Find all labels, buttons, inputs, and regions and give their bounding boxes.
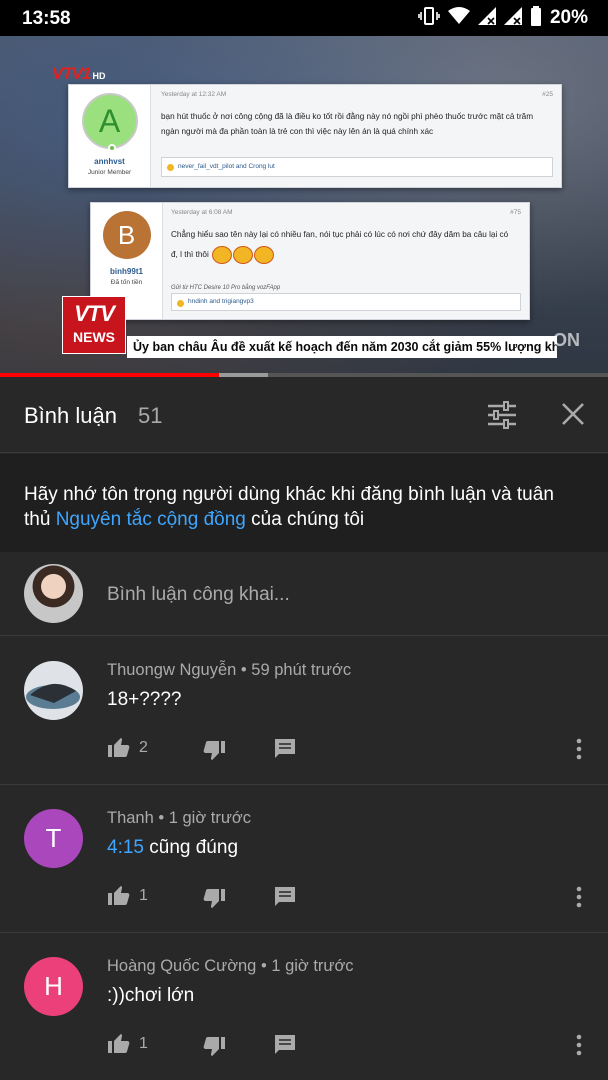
status-time: 13:58 (22, 8, 71, 29)
comment-meta: Hoàng Quốc Cường • 1 giờ trước (107, 957, 354, 975)
ticker-logo: ON (553, 330, 580, 350)
post-meta: Yesterday at 12:32 AM #25 (161, 91, 553, 98)
comments-header: Bình luận 51 (0, 377, 608, 453)
channel-watermark: VTV1 HD (52, 64, 106, 83)
battery-percent: 20% (549, 7, 588, 28)
post-role: Đã tốn tiền (110, 279, 143, 286)
like-icon[interactable] (107, 735, 131, 759)
comment-meta: Thanh • 1 giờ trước (107, 809, 251, 827)
emoji-icon (254, 245, 275, 264)
avatar (24, 564, 83, 623)
like-count: 1 (139, 1035, 148, 1052)
signal-icon-2 (503, 6, 522, 30)
news-logo: VTV NEWS (62, 296, 126, 354)
comments-count: 51 (138, 403, 163, 428)
status-icons: 20% (418, 5, 588, 31)
comment-time: 1 giờ trước (168, 809, 251, 827)
post-text: Chẳng hiểu sao tên này lại có nhiều fan,… (171, 225, 517, 265)
post-reactions: hndinh and trigiangvp3 (171, 293, 521, 311)
more-options-icon[interactable] (571, 1031, 587, 1059)
forum-post-2: B binh99t1 Đã tốn tiền Yesterday at 6:08… (90, 202, 530, 320)
reaction-icon (177, 300, 184, 307)
comment-time: 59 phút trước (251, 661, 352, 679)
dislike-icon[interactable] (202, 1035, 226, 1059)
comment-author: Hoàng Quốc Cường (107, 957, 257, 975)
news-ticker: Ủy ban châu Âu đề xuất kế hoạch đến năm … (127, 336, 557, 358)
avatar[interactable]: H (24, 957, 83, 1016)
post-role: Junior Member (87, 169, 132, 176)
comment-actions: 1 (107, 883, 587, 911)
comment-meta: Thuongw Nguyễn • 59 phút trước (107, 661, 352, 679)
status-bar: 13:58 20% (0, 0, 608, 36)
emoji-icon (212, 245, 233, 264)
comment-text: :))chơi lớn (107, 985, 195, 1006)
post-username: annhvst (94, 157, 125, 166)
sort-filter-icon[interactable] (486, 401, 518, 429)
post-author: A annhvst Junior Member (69, 85, 151, 187)
comment-author: Thuongw Nguyễn (107, 661, 237, 679)
avatar[interactable] (24, 661, 83, 720)
vibrate-icon (418, 6, 440, 31)
reply-icon[interactable] (273, 1033, 297, 1057)
comment-actions: 2 (107, 735, 587, 763)
community-guidelines-notice: Hãy nhớ tôn trọng người dùng khác khi đă… (0, 454, 608, 552)
post-meta: Yesterday at 6:08 AM #75 (171, 209, 521, 216)
wifi-icon (447, 6, 470, 30)
comment-author: Thanh (107, 809, 154, 827)
like-count: 2 (139, 739, 148, 756)
post-text: bạn hút thuốc ở nơi công cộng đã là điều… (161, 112, 534, 136)
dislike-icon[interactable] (202, 739, 226, 763)
emoji-icon (233, 245, 254, 264)
add-comment-row[interactable]: Bình luận công khai... (0, 552, 608, 636)
comment-text: 4:15 cũng đúng (107, 837, 239, 858)
comment-item[interactable]: T Thanh • 1 giờ trước 4:15 cũng đúng 1 (0, 785, 608, 933)
post-reactions: never_fail_vdt_pilot and Crong lut (161, 157, 553, 177)
timestamp-link[interactable]: 4:15 (107, 837, 144, 858)
comments-title: Bình luận (24, 403, 117, 428)
comment-time: 1 giờ trước (271, 957, 354, 975)
comment-actions: 1 (107, 1031, 587, 1059)
comment-text: 18+???? (107, 689, 182, 710)
post-sent-from: Gửi từ HTC Desire 10 Pro bằng vozFApp (171, 285, 281, 291)
avatar[interactable]: T (24, 809, 83, 868)
like-icon[interactable] (107, 883, 131, 907)
comment-item[interactable]: H Hoàng Quốc Cường • 1 giờ trước :))chơi l… (0, 933, 608, 1080)
more-options-icon[interactable] (571, 735, 587, 763)
video-player[interactable]: VTV1 HD A annhvst Junior Member Yesterda… (0, 36, 608, 376)
reaction-icon (167, 164, 174, 171)
avatar: B (102, 211, 151, 259)
more-options-icon[interactable] (571, 883, 587, 911)
like-icon[interactable] (107, 1031, 131, 1055)
close-icon[interactable] (558, 399, 588, 429)
reply-icon[interactable] (273, 885, 297, 909)
avatar: A (81, 93, 138, 152)
like-count: 1 (139, 887, 148, 904)
reply-icon[interactable] (273, 737, 297, 761)
comment-item[interactable]: Thuongw Nguyễn • 59 phút trước 18+???? 2 (0, 637, 608, 785)
comment-input[interactable]: Bình luận công khai... (107, 584, 290, 606)
battery-icon (530, 5, 542, 31)
dislike-icon[interactable] (202, 887, 226, 911)
post-username: binh99t1 (110, 267, 143, 276)
forum-post-1: A annhvst Junior Member Yesterday at 12:… (68, 84, 562, 188)
guidelines-link[interactable]: Nguyên tắc cộng đồng (56, 509, 246, 530)
signal-icon (477, 6, 496, 30)
